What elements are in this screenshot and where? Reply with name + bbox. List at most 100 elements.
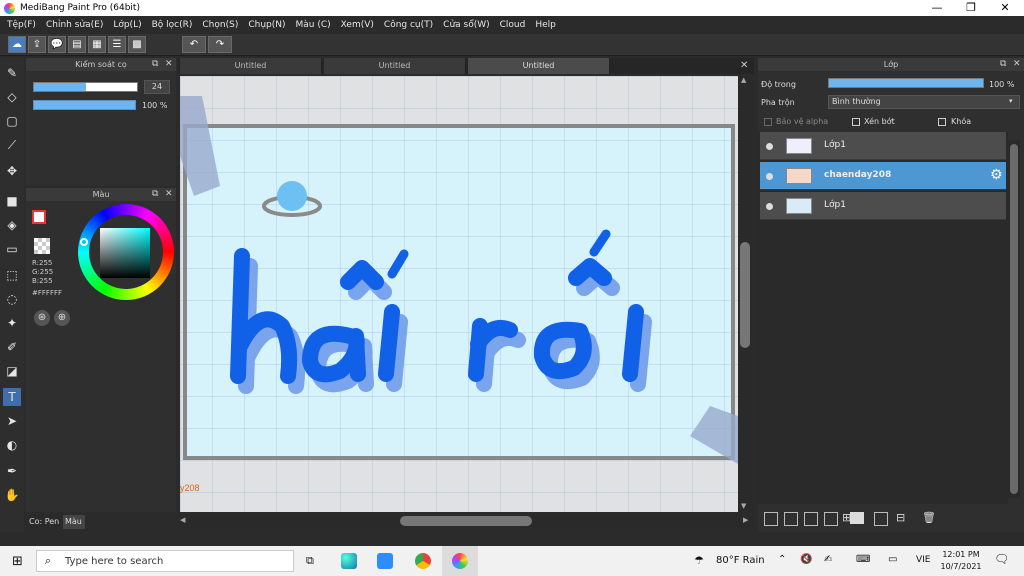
keyboard-icon[interactable]: ⌨	[856, 554, 870, 565]
layer-scroll-thumb[interactable]	[1010, 144, 1018, 494]
menu-file[interactable]: Tệp(F)	[2, 20, 41, 30]
transparent-swatch[interactable]	[34, 238, 50, 254]
line-tool-icon[interactable]: ⟋	[3, 136, 21, 154]
saturation-square[interactable]	[100, 228, 150, 278]
fill-rect-tool-icon[interactable]: ■	[3, 192, 21, 210]
vertical-scrollbar[interactable]: ▲ ▼	[738, 76, 752, 512]
menu-select[interactable]: Chọn(S)	[197, 20, 243, 30]
close-icon[interactable]: ✕	[165, 188, 173, 201]
minimize-button[interactable]: —	[922, 1, 952, 14]
scroll-up-icon[interactable]: ▲	[741, 76, 746, 84]
select-rect-icon[interactable]: ⬚	[3, 266, 21, 284]
float-icon[interactable]: ⧉	[152, 58, 158, 71]
tab-color[interactable]: Màu	[63, 515, 85, 529]
brush-size-value[interactable]: 24	[144, 80, 170, 94]
palette-add-icon[interactable]: ⊕	[54, 310, 70, 326]
delete-layer-icon[interactable]: 🗑	[922, 511, 936, 524]
scroll-right-icon[interactable]: ▶	[743, 516, 748, 524]
folder-icon[interactable]	[850, 512, 864, 524]
eye-icon[interactable]	[766, 203, 773, 210]
scroll-left-icon[interactable]: ◀	[180, 516, 185, 524]
layer-row[interactable]: Lớp1	[760, 192, 1006, 220]
new-layer-icon[interactable]	[764, 512, 778, 526]
zoom-icon[interactable]	[377, 553, 393, 569]
eye-icon[interactable]	[766, 143, 773, 150]
magic-wand-icon[interactable]: ✦	[3, 314, 21, 332]
new-8bit-layer-icon[interactable]	[804, 512, 818, 526]
chevron-up-icon[interactable]: ⌃	[778, 554, 786, 565]
menu-layer[interactable]: Lớp(L)	[108, 20, 146, 30]
new-1bit-layer-icon[interactable]	[824, 512, 838, 526]
layer-opacity-slider[interactable]	[828, 78, 984, 88]
hue-handle[interactable]	[80, 238, 88, 246]
redo-icon[interactable]: ↷	[208, 36, 232, 53]
operation-tool-icon[interactable]: ➤	[3, 412, 21, 430]
list-icon[interactable]: ☰	[108, 36, 126, 53]
select-pen-icon[interactable]: ✐	[3, 338, 21, 356]
hand-tool-icon[interactable]: ✋	[3, 486, 21, 504]
task-view-icon[interactable]: ⧉	[306, 554, 314, 568]
menu-help[interactable]: Help	[530, 20, 561, 30]
windows-start-icon[interactable]: ⊞	[12, 554, 23, 569]
screen-icon[interactable]: ▭	[888, 554, 897, 565]
clock[interactable]: 12:01 PM 10/7/2021	[938, 549, 984, 573]
medibang-taskbar-button[interactable]	[442, 546, 478, 576]
maximize-button[interactable]: ❐	[956, 1, 986, 14]
edge-icon[interactable]	[341, 553, 357, 569]
merge-layer-icon[interactable]: ⊟	[896, 511, 905, 524]
tab-document-2[interactable]: Untitled	[324, 58, 466, 74]
protect-alpha-checkbox[interactable]	[764, 118, 772, 126]
rect-tool-icon[interactable]: ▢	[3, 112, 21, 130]
scroll-down-icon[interactable]: ▼	[741, 502, 746, 510]
brush-opacity-slider[interactable]	[33, 100, 136, 110]
primary-color-swatch[interactable]	[32, 210, 46, 224]
menu-tools[interactable]: Công cụ(T)	[379, 20, 438, 30]
bucket-tool-icon[interactable]: ◈	[3, 216, 21, 234]
float-icon[interactable]: ⧉	[152, 188, 158, 201]
lock-checkbox[interactable]	[938, 118, 946, 126]
horizontal-scrollbar[interactable]: ◀ ▶	[178, 514, 752, 528]
eyedropper-icon[interactable]: ✒	[3, 462, 21, 480]
menu-view[interactable]: Xem(V)	[336, 20, 379, 30]
eraser-tool-icon[interactable]: ◇	[3, 88, 21, 106]
horizontal-scroll-thumb[interactable]	[400, 516, 532, 526]
chat-icon[interactable]: 💬	[48, 36, 66, 53]
language-indicator[interactable]: VIE	[916, 555, 931, 565]
hue-wheel[interactable]	[78, 204, 174, 300]
gear-icon[interactable]: ⚙	[990, 167, 1003, 183]
duplicate-layer-icon[interactable]	[874, 512, 888, 526]
undo-icon[interactable]: ↶	[182, 36, 206, 53]
taskbar-search-box[interactable]: ⌕ Type here to search	[36, 550, 294, 572]
notification-icon[interactable]: 🗨	[994, 552, 1009, 566]
menu-edit[interactable]: Chỉnh sửa(E)	[41, 20, 108, 30]
clipping-checkbox[interactable]	[852, 118, 860, 126]
menu-color[interactable]: Màu (C)	[291, 20, 336, 30]
brush-tool-icon[interactable]: ✎	[3, 64, 21, 82]
menu-snap[interactable]: Chụp(N)	[243, 20, 290, 30]
vertical-scroll-thumb[interactable]	[740, 242, 750, 348]
canvas-area[interactable]: y208	[180, 76, 738, 512]
volume-muted-icon[interactable]: 🔇	[800, 554, 812, 565]
grid-icon[interactable]: ▩	[128, 36, 146, 53]
new-halftone-layer-icon[interactable]	[784, 512, 798, 526]
palette-icon[interactable]: ⊛	[34, 310, 50, 326]
close-icon[interactable]: ✕	[165, 58, 173, 71]
stylus-icon[interactable]: ✍	[824, 554, 832, 565]
menu-cloud[interactable]: Cloud	[495, 20, 531, 30]
tab-document-1[interactable]: Untitled	[180, 58, 322, 74]
brush-size-slider[interactable]	[33, 82, 138, 92]
tab-document-3[interactable]: Untitled	[468, 58, 610, 74]
layer-row[interactable]: chaenday208 ⚙	[760, 162, 1006, 190]
close-icon[interactable]: ✕	[1013, 58, 1021, 71]
move-tool-icon[interactable]: ✥	[3, 162, 21, 180]
select-eraser-icon[interactable]: ◪	[3, 362, 21, 380]
float-icon[interactable]: ⧉	[1000, 58, 1006, 71]
document-icon[interactable]: ▦	[88, 36, 106, 53]
tab-brush[interactable]: Co: Pen	[26, 515, 62, 529]
lasso-icon[interactable]: ◌	[3, 290, 21, 308]
text-tool-icon[interactable]: T	[3, 388, 21, 406]
eye-icon[interactable]	[766, 173, 773, 180]
close-tab-icon[interactable]: ✕	[740, 60, 748, 71]
upload-icon[interactable]: ⇪	[28, 36, 46, 53]
layer-scrollbar[interactable]	[1008, 140, 1020, 498]
